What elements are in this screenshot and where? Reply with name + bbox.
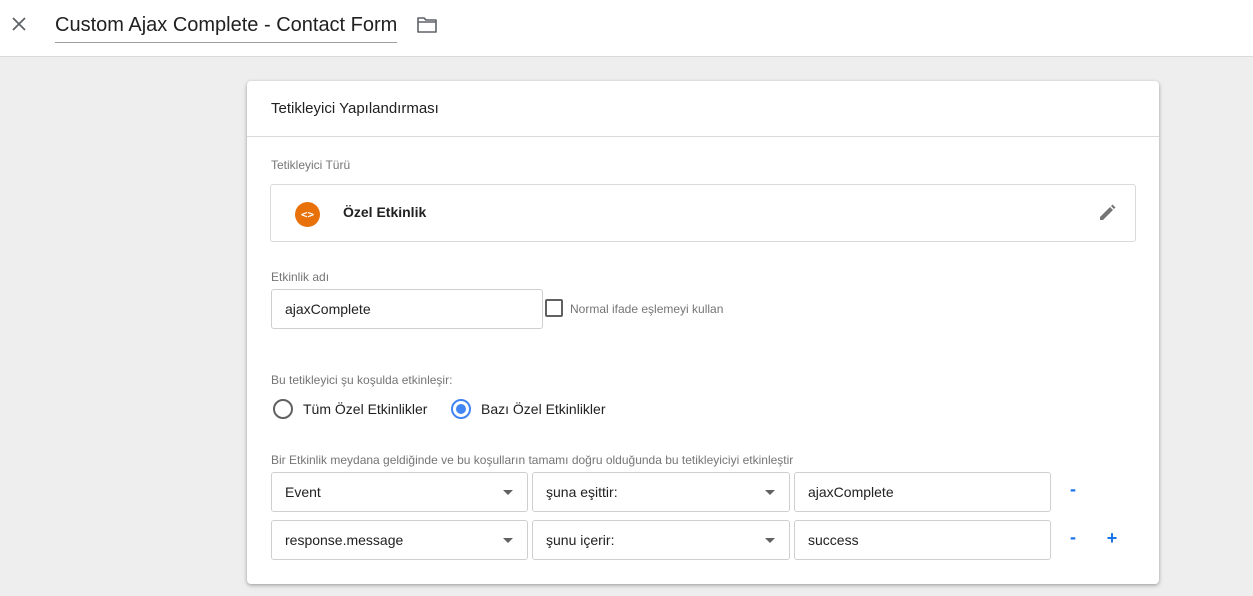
trigger-configuration-card: Tetikleyici Yapılandırması Tetikleyici T… (247, 81, 1159, 584)
conditions-label: Bir Etkinlik meydana geldiğinde ve bu ko… (271, 453, 794, 467)
add-condition-button[interactable]: + (1104, 529, 1120, 549)
folder-icon[interactable] (416, 15, 438, 35)
dropdown-arrow-icon (503, 490, 513, 495)
condition-operator-value: şunu içerir: (546, 532, 615, 548)
trigger-type-label: Tetikleyici Türü (271, 158, 351, 172)
condition-variable-value: Event (285, 484, 321, 500)
dropdown-arrow-icon (503, 538, 513, 543)
dropdown-arrow-icon (765, 538, 775, 543)
condition-variable-select[interactable]: response.message (271, 520, 528, 560)
event-name-label: Etkinlik adı (271, 270, 330, 284)
condition-operator-select[interactable]: şuna eşittir: (532, 472, 790, 512)
trigger-type-selector[interactable]: <> Özel Etkinlik (270, 184, 1136, 242)
remove-condition-button[interactable]: - (1065, 480, 1081, 500)
condition-variable-select[interactable]: Event (271, 472, 528, 512)
card-title: Tetikleyici Yapılandırması (271, 100, 439, 117)
trigger-name-field[interactable]: Custom Ajax Complete - Contact Form (55, 12, 398, 43)
condition-value-input[interactable]: ajaxComplete (794, 472, 1051, 512)
condition-value-input[interactable]: success (794, 520, 1051, 560)
radio-all-custom-events-label: Tüm Özel Etkinlikler (303, 401, 428, 417)
remove-condition-button[interactable]: - (1065, 528, 1081, 548)
regex-checkbox[interactable] (545, 299, 563, 317)
radio-some-custom-events-label: Bazı Özel Etkinlikler (481, 401, 606, 417)
condition-operator-select[interactable]: şunu içerir: (532, 520, 790, 560)
pencil-icon[interactable] (1097, 203, 1117, 223)
radio-some-custom-events[interactable] (451, 399, 471, 419)
condition-variable-value: response.message (285, 532, 404, 548)
trigger-type-name: Özel Etkinlik (343, 204, 427, 220)
custom-event-icon: <> (295, 202, 320, 227)
top-bar: Custom Ajax Complete - Contact Form (0, 0, 1253, 57)
event-name-input[interactable]: ajaxComplete (271, 289, 543, 329)
condition-operator-value: şuna eşittir: (546, 484, 618, 500)
close-icon[interactable] (8, 13, 30, 35)
card-header: Tetikleyici Yapılandırması (247, 81, 1159, 137)
fires-on-label: Bu tetikleyici şu koşulda etkinleşir: (271, 373, 453, 387)
dropdown-arrow-icon (765, 490, 775, 495)
regex-checkbox-label: Normal ifade eşlemeyi kullan (570, 302, 724, 316)
trigger-name: Custom Ajax Complete - Contact Form (55, 14, 398, 36)
radio-all-custom-events[interactable] (273, 399, 293, 419)
